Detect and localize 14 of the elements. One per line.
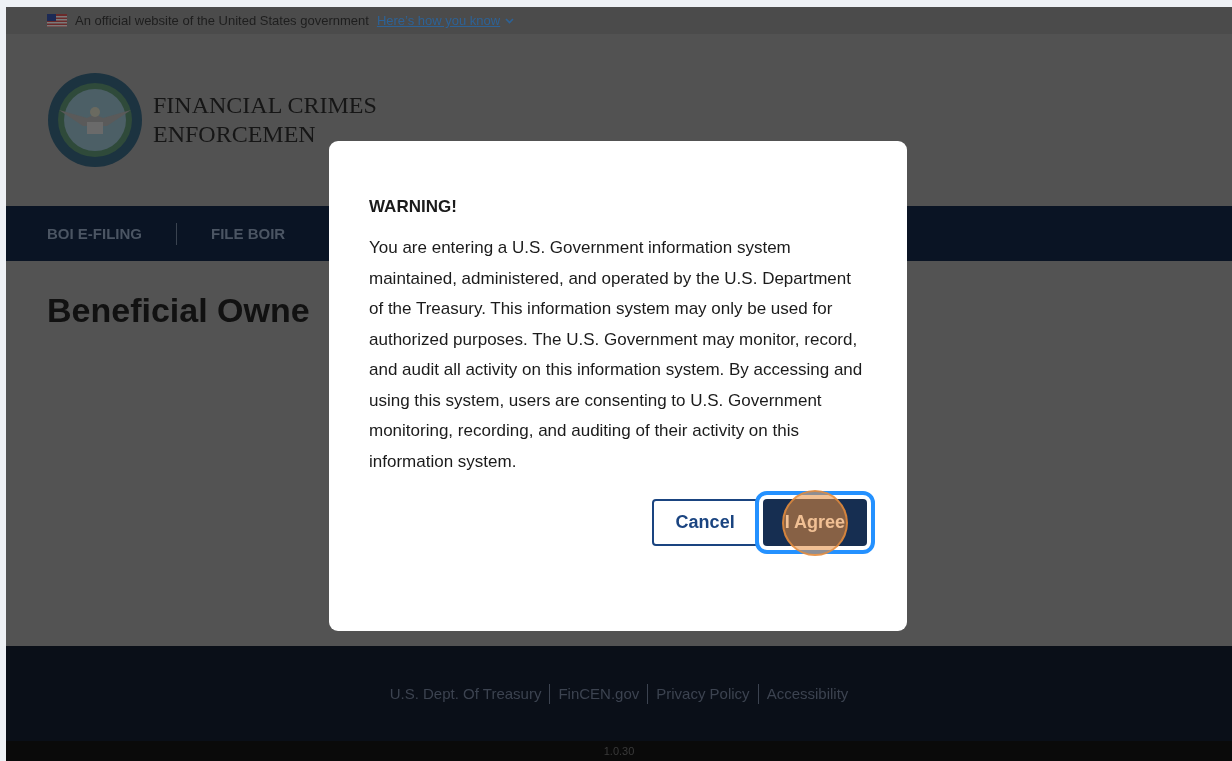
chevron-icon xyxy=(505,17,515,24)
footer-link[interactable]: U.S. Dept. Of Treasury xyxy=(389,685,542,702)
dialog-title: WARNING! xyxy=(369,197,458,217)
agency-name: ENFORCEMEN xyxy=(153,120,317,149)
footer-link[interactable]: Privacy Policy xyxy=(656,685,750,702)
page-heading: Beneficial Owne xyxy=(47,291,310,330)
agency-name: FINANCIAL CRIMES xyxy=(153,91,377,120)
footer-link[interactable]: Accessibility xyxy=(766,685,849,702)
footer-link[interactable]: FinCEN.gov xyxy=(558,685,640,702)
nav-link[interactable]: FILE BOIR xyxy=(211,225,286,242)
nav-link[interactable]: BOI E-FILING xyxy=(47,225,142,242)
flag-icon xyxy=(47,14,67,27)
warning-text: You are entering a U.S. Government information system maintained, administered, and operated by the U.S. Department of the Treasury. This information system may only be used for authorized purposes. The U.S. Government may monitor, record, and audit all activity on this information system. By accessing and using this system, users are consenting to U.S. Government monitoring, recording, and auditing of their activity on this information system. xyxy=(369,237,864,473)
how-you-know-link[interactable]: Here’s how you know xyxy=(376,13,515,28)
